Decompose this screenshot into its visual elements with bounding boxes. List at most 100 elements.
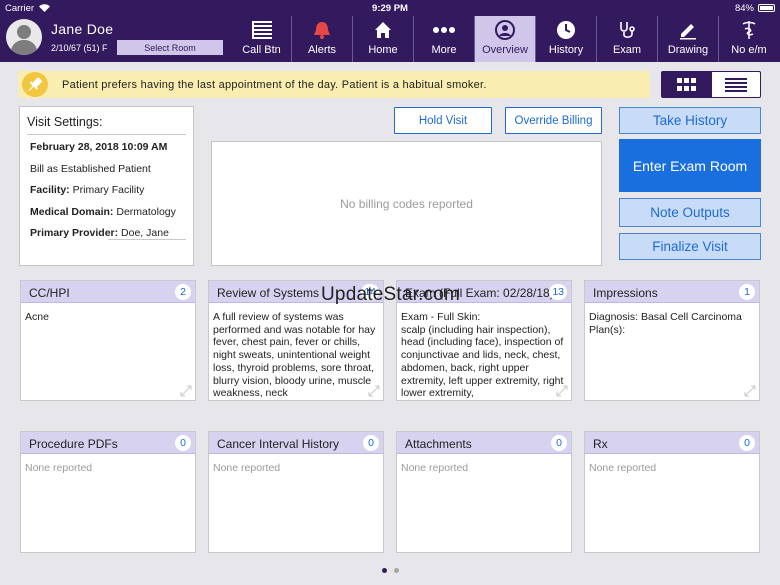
hold-visit-button[interactable]: Hold Visit [394, 107, 492, 134]
nav-no-e-m[interactable]: No e/m [718, 16, 779, 62]
list-icon [725, 77, 747, 92]
card-header: Cancer Interval History 0 [209, 432, 383, 454]
expand-icon[interactable] [556, 385, 568, 397]
card-body: None reported [25, 462, 93, 474]
nav-label: History [548, 44, 584, 56]
card-count-badge: 1 [739, 284, 755, 300]
call-button-icon [251, 19, 273, 41]
battery-icon [758, 4, 775, 12]
visit-date[interactable]: February 28, 2018 10:09 AM [30, 141, 167, 153]
more-dots-icon [433, 19, 455, 41]
card-procedure-pdfs[interactable]: Procedure PDFs 0 None reported [20, 431, 196, 553]
medical-domain-value: Dermatology [116, 206, 176, 218]
card-body: Exam - Full Skin: scalp (including hair … [401, 311, 564, 400]
card-header: Impressions 1 [585, 281, 759, 303]
status-bar: Carrier 9:29 PM 84% [0, 0, 780, 16]
bill-as-setting[interactable]: Bill as Established Patient [30, 163, 151, 175]
nav-drawing[interactable]: Drawing [657, 16, 718, 62]
visit-settings-panel: Visit Settings: February 28, 2018 10:09 … [19, 106, 194, 266]
medical-domain-label: Medical Domain: [30, 206, 114, 218]
battery-level-fill [760, 6, 773, 10]
nav-label: More [431, 44, 457, 56]
house-icon [372, 19, 394, 41]
primary-provider-value: Doe, Jane [121, 227, 169, 239]
view-toggle[interactable] [661, 71, 761, 98]
primary-provider-label: Primary Provider: [30, 227, 119, 239]
nav-exam[interactable]: Exam [596, 16, 657, 62]
card-count-badge: 0 [175, 435, 191, 451]
nav-label: Drawing [667, 44, 709, 56]
card-count-badge: 2 [175, 284, 191, 300]
person-circle-icon [494, 19, 516, 41]
grid-view-button[interactable] [662, 72, 712, 97]
card-header: Attachments 0 [397, 432, 571, 454]
card-body: None reported [589, 462, 657, 474]
billing-empty-text: No billing codes reported [340, 196, 473, 211]
card-attachments[interactable]: Attachments 0 None reported [396, 431, 572, 553]
facility-label: Facility: [30, 184, 70, 196]
finalize-visit-button[interactable]: Finalize Visit [619, 233, 761, 260]
primary-provider-setting[interactable]: Primary Provider: Doe, Jane [30, 227, 169, 239]
nav-label: Alerts [307, 44, 337, 56]
card-title: CC/HPI [29, 286, 70, 300]
visit-settings-title: Visit Settings: [27, 115, 103, 129]
bell-alert-icon [311, 19, 333, 41]
expand-icon[interactable] [744, 385, 756, 397]
card-body: Acne [25, 311, 49, 323]
card-header: Rx 0 [585, 432, 759, 454]
avatar[interactable] [6, 19, 42, 55]
divider [27, 134, 186, 135]
nav-history[interactable]: History [535, 16, 596, 62]
stethoscope-icon [616, 19, 638, 41]
card-title: Procedure PDFs [29, 437, 118, 451]
facility-setting[interactable]: Facility: Primary Facility [30, 184, 144, 196]
card-body: None reported [401, 462, 469, 474]
nav-alerts[interactable]: Alerts [291, 16, 352, 62]
card-cancer-interval-history[interactable]: Cancer Interval History 0 None reported [208, 431, 384, 553]
select-room-button[interactable]: Select Room [117, 40, 223, 55]
card-title: Impressions [593, 286, 658, 300]
billing-codes-panel: No billing codes reported [211, 141, 602, 266]
card-count-badge: 0 [363, 435, 379, 451]
card-header: Procedure PDFs 0 [21, 432, 195, 454]
page-dot-active[interactable] [382, 568, 387, 573]
nav-overview[interactable]: Overview [474, 16, 535, 62]
card-impressions[interactable]: Impressions 1 Diagnosis: Basal Cell Carcin… [584, 280, 760, 401]
nav-label: Home [368, 44, 398, 56]
clock: 9:29 PM [372, 3, 408, 14]
grid-icon [677, 77, 696, 91]
card-body: A full review of systems was performed a… [213, 311, 376, 400]
medical-domain-setting[interactable]: Medical Domain: Dermatology [30, 206, 176, 218]
caduceus-icon [738, 19, 760, 41]
card-count-badge: 0 [739, 435, 755, 451]
nav-call-btn[interactable]: Call Btn [231, 16, 292, 62]
card-title: Cancer Interval History [217, 437, 340, 451]
card-cc-hpi[interactable]: CC/HPI 2 Acne [20, 280, 196, 401]
patient-alert-banner: Patient prefers having the last appointm… [18, 71, 650, 98]
card-title: Rx [593, 437, 608, 451]
note-outputs-button[interactable]: Note Outputs [619, 198, 761, 227]
card-body: None reported [213, 462, 281, 474]
list-view-button[interactable] [712, 72, 760, 97]
nav-home[interactable]: Home [352, 16, 413, 62]
pin-icon[interactable] [22, 72, 48, 97]
patient-name[interactable]: Jane Doe [51, 21, 113, 37]
card-body: Diagnosis: Basal Cell Carcinoma Plan(s): [589, 311, 742, 336]
take-history-button[interactable]: Take History [619, 107, 761, 134]
nav-label: Overview [482, 44, 528, 56]
expand-icon[interactable] [368, 385, 380, 397]
nav-more[interactable]: More [413, 16, 474, 62]
pencil-icon [677, 19, 699, 41]
card-rx[interactable]: Rx 0 None reported [584, 431, 760, 553]
enter-exam-room-button[interactable]: Enter Exam Room [619, 139, 761, 192]
card-count-badge: 0 [551, 435, 567, 451]
facility-value: Primary Facility [72, 184, 145, 196]
override-billing-button[interactable]: Override Billing [505, 107, 602, 134]
patient-demographics: 2/10/67 (51) F [51, 43, 108, 53]
card-count-badge: 13 [549, 284, 567, 300]
nav-label: No e/m [731, 44, 767, 56]
expand-icon[interactable] [180, 385, 192, 397]
page-dot[interactable] [394, 568, 399, 573]
person-silhouette-icon [10, 25, 38, 55]
app-header: Jane Doe 2/10/67 (51) F Select Room Call… [0, 16, 780, 62]
